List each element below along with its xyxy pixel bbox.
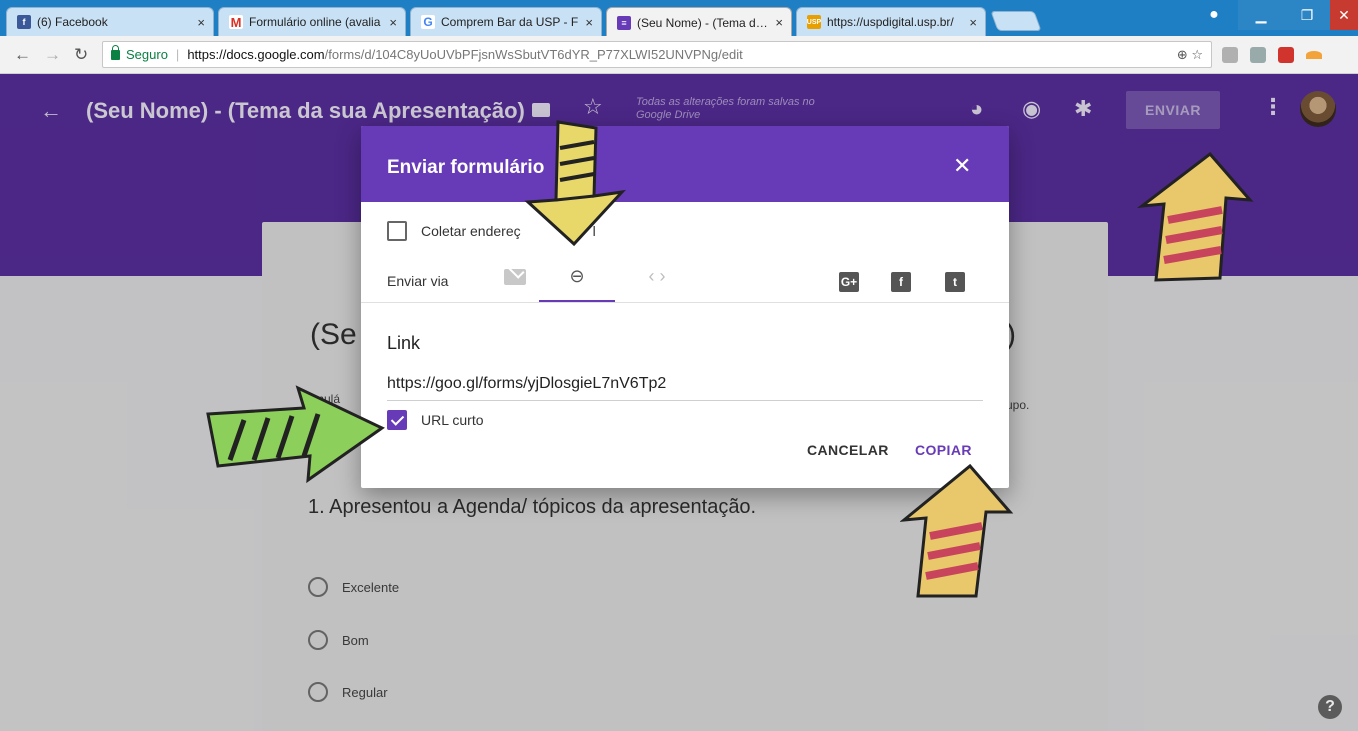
minimize-button[interactable]: ▁ (1238, 0, 1284, 30)
zoom-star-icons[interactable]: ⊕ ☆ (1177, 47, 1203, 63)
omnibox[interactable]: Seguro | https://docs.google.com /forms/… (102, 41, 1212, 68)
short-url-checkbox[interactable]: URL curto (387, 410, 484, 430)
twitter-share-icon[interactable]: t (945, 272, 965, 292)
tab-title: https://uspdigital.usp.br/ (827, 15, 954, 29)
usp-icon: USP (807, 15, 821, 29)
tab-uspdigital[interactable]: USP https://uspdigital.usp.br/ × (796, 7, 986, 36)
forward-arrow-icon[interactable]: → (44, 45, 61, 65)
maximize-button[interactable]: ❐ (1284, 0, 1330, 30)
forms-icon: ≡ (617, 15, 631, 30)
facebook-share-icon[interactable]: f (891, 272, 911, 292)
secure-label: Seguro (126, 47, 168, 62)
cancel-button[interactable]: CANCELAR (807, 442, 889, 458)
back-arrow-icon[interactable]: ← (14, 45, 31, 65)
tab-title: Comprem Bar da USP - F (441, 15, 579, 29)
google-icon: G (421, 15, 435, 29)
tab-title: (Seu Nome) - (Tema da s (637, 15, 770, 30)
copy-button[interactable]: COPIAR (915, 442, 972, 458)
google-plus-icon[interactable]: G+ (839, 272, 859, 292)
up-arrow-annotation (900, 463, 1014, 598)
tab-link[interactable]: ⊖ (539, 262, 615, 302)
down-arrow-annotation (524, 120, 626, 247)
tab-embed[interactable]: ‹ › (619, 262, 695, 302)
collect-emails-label: Coletar endereç (421, 223, 521, 239)
lock-icon (111, 44, 120, 60)
drive-extension-icon[interactable] (1222, 47, 1238, 63)
short-url-label: URL curto (421, 412, 484, 428)
gmail-icon: M (229, 14, 243, 30)
browser-tab-strip: f (6) Facebook × M Formulário online (av… (0, 0, 1358, 37)
link-section-title: Link (387, 333, 421, 353)
help-icon[interactable]: ? (1318, 695, 1342, 719)
close-tab-icon[interactable]: × (775, 15, 783, 30)
url-host: https://docs.google.com (187, 47, 325, 62)
facebook-icon: f (17, 15, 31, 29)
divider (361, 302, 1009, 303)
tab-google-search[interactable]: G Comprem Bar da USP - F × (410, 7, 602, 36)
url-path: /forms/d/104C8yUoUVbPFjsnWsSbutVT6dYR_P7… (324, 47, 743, 62)
checkbox-checked[interactable] (387, 410, 407, 430)
embed-code-icon: ‹ › (648, 266, 666, 286)
close-tab-icon[interactable]: × (197, 15, 205, 30)
separator: | (175, 47, 180, 62)
tab-gmail[interactable]: M Formulário online (avalia × (218, 7, 406, 36)
send-form-dialog: Enviar formulário ✕ Coletar endereç l En… (361, 126, 1009, 488)
user-profile-icon[interactable]: ● (1194, 0, 1234, 30)
email-icon (504, 269, 526, 285)
tab-title: (6) Facebook (37, 15, 108, 29)
tab-forms[interactable]: ≡ (Seu Nome) - (Tema da s × (606, 7, 792, 37)
close-icon[interactable]: ✕ (953, 153, 971, 179)
extension-icon[interactable] (1306, 51, 1322, 59)
link-url-field[interactable]: https://goo.gl/forms/yjDlosgieL7nV6Tp2 (387, 375, 983, 401)
address-bar-row: ← → ↻ Seguro | https://docs.google.com /… (0, 36, 1358, 74)
extension-icon[interactable] (1278, 47, 1294, 63)
extension-icons (1222, 47, 1322, 63)
close-window-button[interactable]: ✕ (1330, 0, 1358, 30)
reload-icon[interactable]: ↻ (74, 45, 88, 65)
close-tab-icon[interactable]: × (585, 15, 593, 30)
extension-icon[interactable] (1250, 47, 1266, 63)
link-icon: ⊖ (569, 266, 585, 286)
tab-facebook[interactable]: f (6) Facebook × (6, 7, 214, 36)
close-tab-icon[interactable]: × (389, 15, 397, 30)
tab-title: Formulário online (avalia (249, 15, 381, 29)
close-tab-icon[interactable]: × (969, 15, 977, 30)
right-arrow-annotation (206, 385, 385, 484)
send-via-label: Enviar via (387, 273, 449, 289)
checkbox[interactable] (387, 221, 407, 241)
new-tab-button[interactable] (990, 11, 1042, 31)
up-right-arrow-annotation (1136, 151, 1254, 282)
dialog-header: Enviar formulário ✕ (361, 126, 1009, 202)
